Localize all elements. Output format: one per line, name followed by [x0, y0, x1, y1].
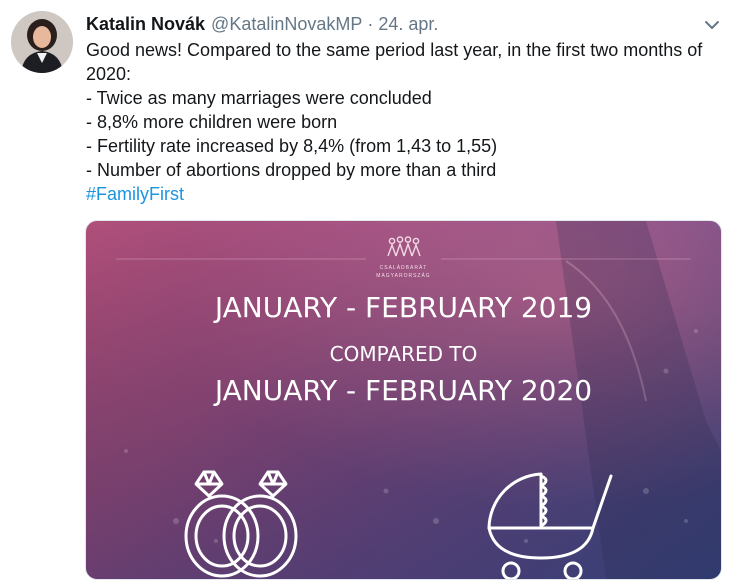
hashtag-link[interactable]: #FamilyFirst	[86, 182, 716, 206]
tweet-image[interactable]: CSALÁDBARÁT MAGYARORSZÁG JANUARY - FEBRU…	[85, 220, 722, 580]
tweet-text-line: - Fertility rate increased by 8,4% (from…	[86, 136, 498, 156]
tweet-body: Good news! Compared to the same period l…	[86, 38, 716, 206]
logo-text-line2: MAGYARORSZÁG	[376, 273, 431, 279]
family-logo-icon	[386, 236, 421, 257]
tweet-text-line: - 8,8% more children were born	[86, 112, 338, 132]
tweet-header: Katalin Novák @KatalinNovakMP · 24. apr.	[86, 12, 438, 36]
image-headline-2019: JANUARY - FEBRUARY 2019	[214, 291, 593, 324]
tweet-text-line: Good news! Compared to the same period l…	[86, 40, 703, 60]
author-name[interactable]: Katalin Novák	[86, 14, 205, 34]
tweet-date[interactable]: 24. apr.	[378, 14, 438, 34]
wedding-rings-icon	[184, 466, 304, 579]
author-handle[interactable]: @KatalinNovakMP	[211, 14, 362, 34]
profile-photo	[11, 11, 73, 73]
baby-stroller-icon	[481, 466, 621, 579]
tweet-text-line: - Twice as many marriages were concluded	[86, 88, 432, 108]
tweet-text-line: - Number of abortions dropped by more th…	[86, 160, 497, 180]
chevron-down-icon[interactable]	[701, 14, 723, 36]
tweet-text-line: 2020:	[86, 64, 132, 84]
logo-text-line1: CSALÁDBARÁT	[379, 265, 428, 271]
avatar[interactable]	[11, 11, 73, 73]
separator-dot: ·	[367, 14, 374, 34]
image-headline-compared: COMPARED TO	[329, 342, 478, 366]
image-headline-2020: JANUARY - FEBRUARY 2020	[214, 374, 593, 407]
family-logo: CSALÁDBARÁT MAGYARORSZÁG	[86, 236, 721, 279]
